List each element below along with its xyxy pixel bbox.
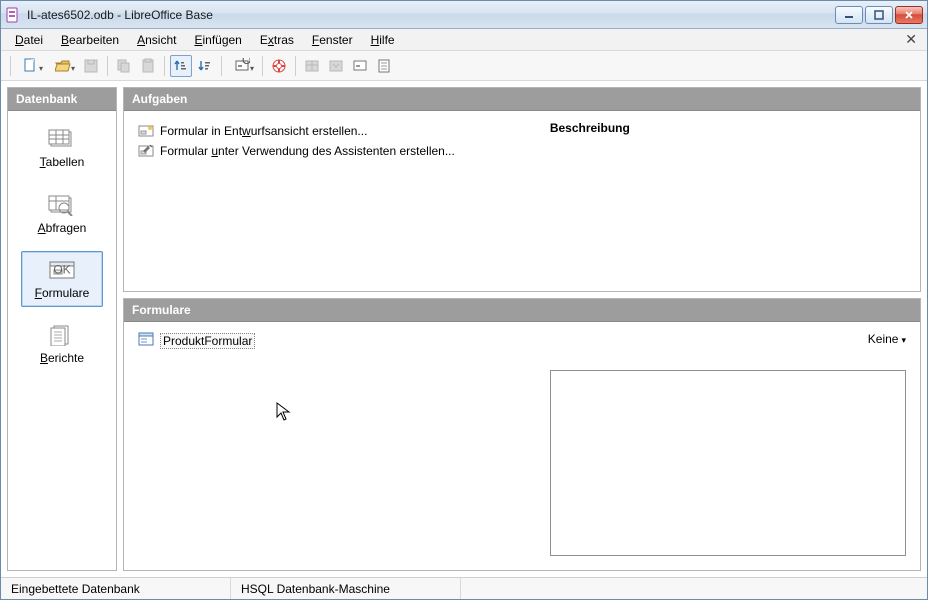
database-sidebar: Datenbank Tabellen Abfragen OK Formulare… bbox=[7, 87, 117, 571]
menu-hilfe[interactable]: Hilfe bbox=[363, 31, 403, 49]
table-tool-button[interactable] bbox=[301, 55, 323, 77]
menu-datei[interactable]: Datei bbox=[7, 31, 51, 49]
status-embedded: Eingebettete Datenbank bbox=[1, 578, 231, 599]
sort-asc-button[interactable] bbox=[170, 55, 192, 77]
form-item-icon bbox=[138, 332, 154, 349]
form-item-name: ProduktFormular bbox=[160, 333, 255, 349]
menu-fenster[interactable]: Fenster bbox=[304, 31, 361, 49]
maximize-button[interactable] bbox=[865, 6, 893, 24]
svg-text:OK: OK bbox=[242, 58, 250, 67]
sidebar-item-abfragen[interactable]: Abfragen bbox=[21, 185, 103, 243]
document-close-icon[interactable]: ✕ bbox=[901, 31, 921, 48]
report-tool-button[interactable] bbox=[373, 55, 395, 77]
main-area: Datenbank Tabellen Abfragen OK Formulare… bbox=[1, 81, 927, 577]
form-tool-button[interactable] bbox=[349, 55, 371, 77]
query-tool-button[interactable] bbox=[325, 55, 347, 77]
tasks-panel: Aufgaben Formular in Entwurfsansicht ers… bbox=[123, 87, 921, 292]
menu-bar: Datei Bearbeiten Ansicht Einfügen Extras… bbox=[1, 29, 927, 51]
title-bar: IL-ates6502.odb - LibreOffice Base bbox=[1, 1, 927, 29]
reports-icon bbox=[48, 323, 76, 347]
menu-bearbeiten[interactable]: Bearbeiten bbox=[53, 31, 127, 49]
copy-button[interactable] bbox=[113, 55, 135, 77]
menu-einfuegen[interactable]: Einfügen bbox=[186, 31, 249, 49]
form-design-icon bbox=[138, 123, 154, 139]
form-wizard-icon bbox=[138, 143, 154, 159]
task-description: Beschreibung bbox=[550, 121, 906, 281]
save-button[interactable] bbox=[80, 55, 102, 77]
help-button[interactable] bbox=[268, 55, 290, 77]
sort-desc-button[interactable] bbox=[194, 55, 216, 77]
preview-mode-dropdown[interactable]: Keine▾ bbox=[550, 332, 906, 352]
status-engine: HSQL Datenbank-Maschine bbox=[231, 578, 461, 599]
sidebar-item-berichte[interactable]: Berichte bbox=[21, 315, 103, 373]
forms-list[interactable]: ProduktFormular bbox=[138, 332, 530, 556]
status-bar: Eingebettete Datenbank HSQL Datenbank-Ma… bbox=[1, 577, 927, 599]
svg-text:OK: OK bbox=[53, 263, 70, 277]
preview-area bbox=[550, 370, 906, 556]
minimize-button[interactable] bbox=[835, 6, 863, 24]
task-list: Formular in Entwurfsansicht erstellen...… bbox=[138, 121, 530, 281]
open-button[interactable]: ▾ bbox=[48, 55, 78, 77]
forms-panel: Formulare ProduktFormular Keine▾ bbox=[123, 298, 921, 571]
sidebar-header: Datenbank bbox=[8, 88, 116, 111]
form-button[interactable]: OK▾ bbox=[227, 55, 257, 77]
sidebar-item-formulare[interactable]: OK Formulare bbox=[21, 251, 103, 307]
app-icon bbox=[5, 7, 21, 23]
forms-icon: OK bbox=[48, 258, 76, 282]
forms-header: Formulare bbox=[124, 299, 920, 322]
paste-button[interactable] bbox=[137, 55, 159, 77]
close-button[interactable] bbox=[895, 6, 923, 24]
description-heading: Beschreibung bbox=[550, 121, 906, 135]
new-button[interactable]: ▾ bbox=[16, 55, 46, 77]
tables-icon bbox=[48, 127, 76, 151]
sidebar-item-tabellen[interactable]: Tabellen bbox=[21, 119, 103, 177]
menu-ansicht[interactable]: Ansicht bbox=[129, 31, 184, 49]
tasks-header: Aufgaben bbox=[124, 88, 920, 111]
task-create-wizard[interactable]: Formular unter Verwendung des Assistente… bbox=[138, 141, 530, 161]
status-filler bbox=[461, 578, 927, 599]
window-title: IL-ates6502.odb - LibreOffice Base bbox=[27, 8, 835, 22]
toolbar: ▾ ▾ OK▾ bbox=[1, 51, 927, 81]
task-create-design-view[interactable]: Formular in Entwurfsansicht erstellen... bbox=[138, 121, 530, 141]
menu-extras[interactable]: Extras bbox=[252, 31, 302, 49]
queries-icon bbox=[48, 193, 76, 217]
list-item[interactable]: ProduktFormular bbox=[138, 332, 530, 349]
